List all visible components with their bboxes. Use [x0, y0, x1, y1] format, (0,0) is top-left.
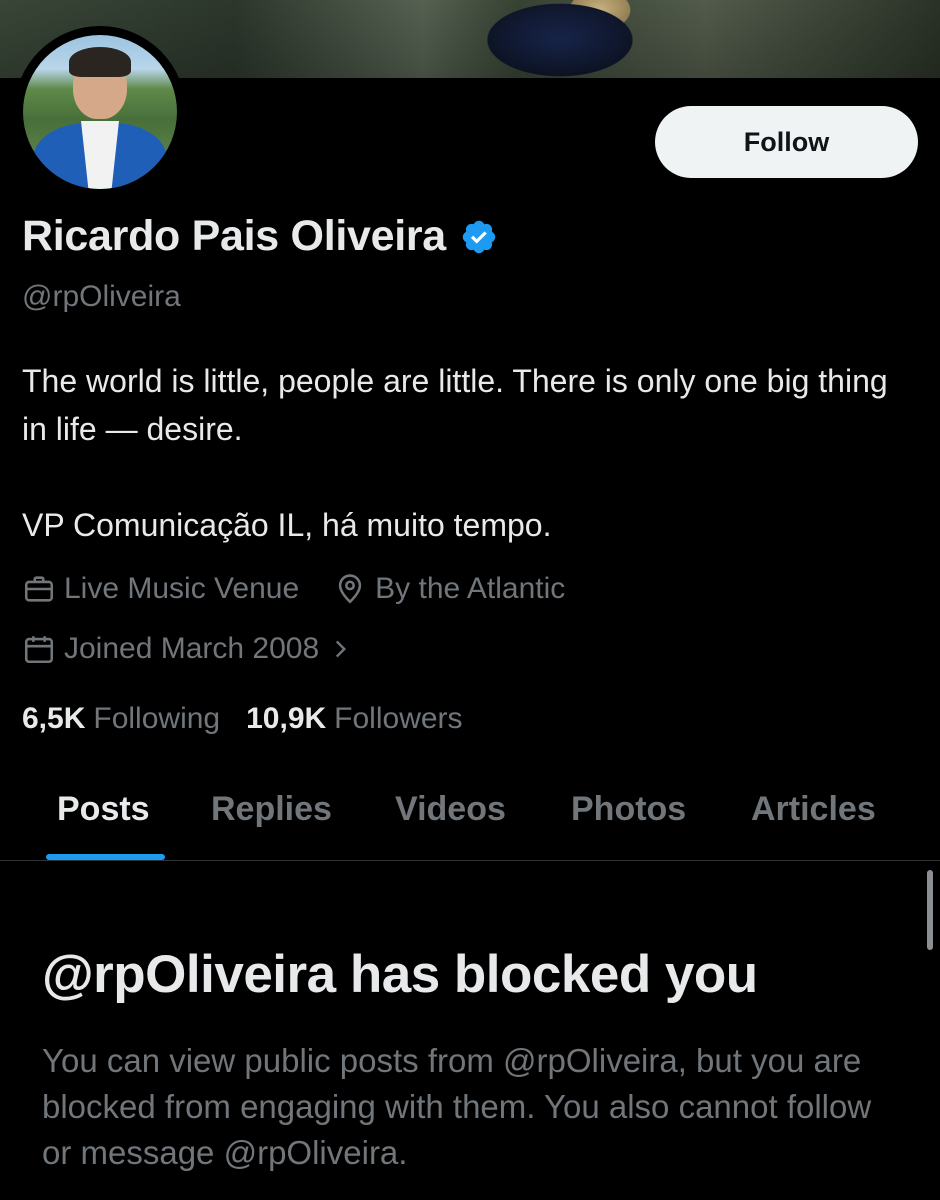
- profile-meta-row: Live Music Venue By the Atlantic: [22, 572, 599, 606]
- category-label: Live Music Venue: [64, 572, 300, 605]
- tab-replies[interactable]: Replies: [211, 790, 332, 829]
- profile-tabs: Posts Replies Videos Photos Articles: [0, 778, 940, 861]
- calendar-icon: [24, 636, 54, 664]
- blocked-title: @rpOliveira has blocked you: [42, 945, 758, 1004]
- tab-articles[interactable]: Articles: [751, 790, 876, 829]
- following-count: 6,5K: [22, 702, 86, 735]
- profile-joined[interactable]: Joined March 2008: [22, 632, 361, 666]
- blocked-description: You can view public posts from @rpOlivei…: [42, 1042, 872, 1171]
- followers-label: Followers: [334, 702, 463, 735]
- follow-counts: 6,5K Following 10,9K Followers: [22, 702, 489, 736]
- followers-count: 10,9K: [246, 702, 327, 735]
- location-pin-icon: [338, 574, 362, 604]
- profile-location: By the Atlantic: [333, 572, 565, 606]
- tab-posts[interactable]: Posts: [57, 790, 150, 829]
- scrollbar[interactable]: [927, 870, 933, 950]
- avatar[interactable]: [23, 35, 177, 189]
- avatar-hair: [69, 47, 131, 77]
- profile-name: Ricardo Pais Oliveira: [22, 212, 446, 260]
- active-tab-indicator: [46, 854, 165, 860]
- bio-spacer: [22, 453, 912, 501]
- chevron-right-icon: [336, 640, 347, 658]
- tab-photos[interactable]: Photos: [571, 790, 686, 829]
- profile-name-row: Ricardo Pais Oliveira: [22, 212, 498, 261]
- location-label: By the Atlantic: [375, 572, 566, 605]
- briefcase-icon: [24, 576, 54, 602]
- bio-line: VP Comunicação IL, há muito tempo.: [22, 507, 552, 543]
- profile-category: Live Music Venue: [22, 572, 299, 606]
- profile-bio: The world is little, people are little. …: [22, 357, 912, 549]
- profile-joined-row[interactable]: Joined March 2008: [22, 632, 395, 666]
- followers-link[interactable]: 10,9K Followers: [246, 702, 488, 736]
- verified-badge-icon[interactable]: [460, 218, 498, 256]
- tab-videos[interactable]: Videos: [395, 790, 506, 829]
- follow-button[interactable]: Follow: [655, 106, 918, 178]
- joined-label: Joined March 2008: [64, 632, 320, 665]
- bio-line: The world is little, people are little. …: [22, 363, 888, 447]
- following-label: Following: [93, 702, 221, 735]
- following-link[interactable]: 6,5K Following: [22, 702, 246, 736]
- profile-handle: @rpOliveira: [22, 280, 181, 313]
